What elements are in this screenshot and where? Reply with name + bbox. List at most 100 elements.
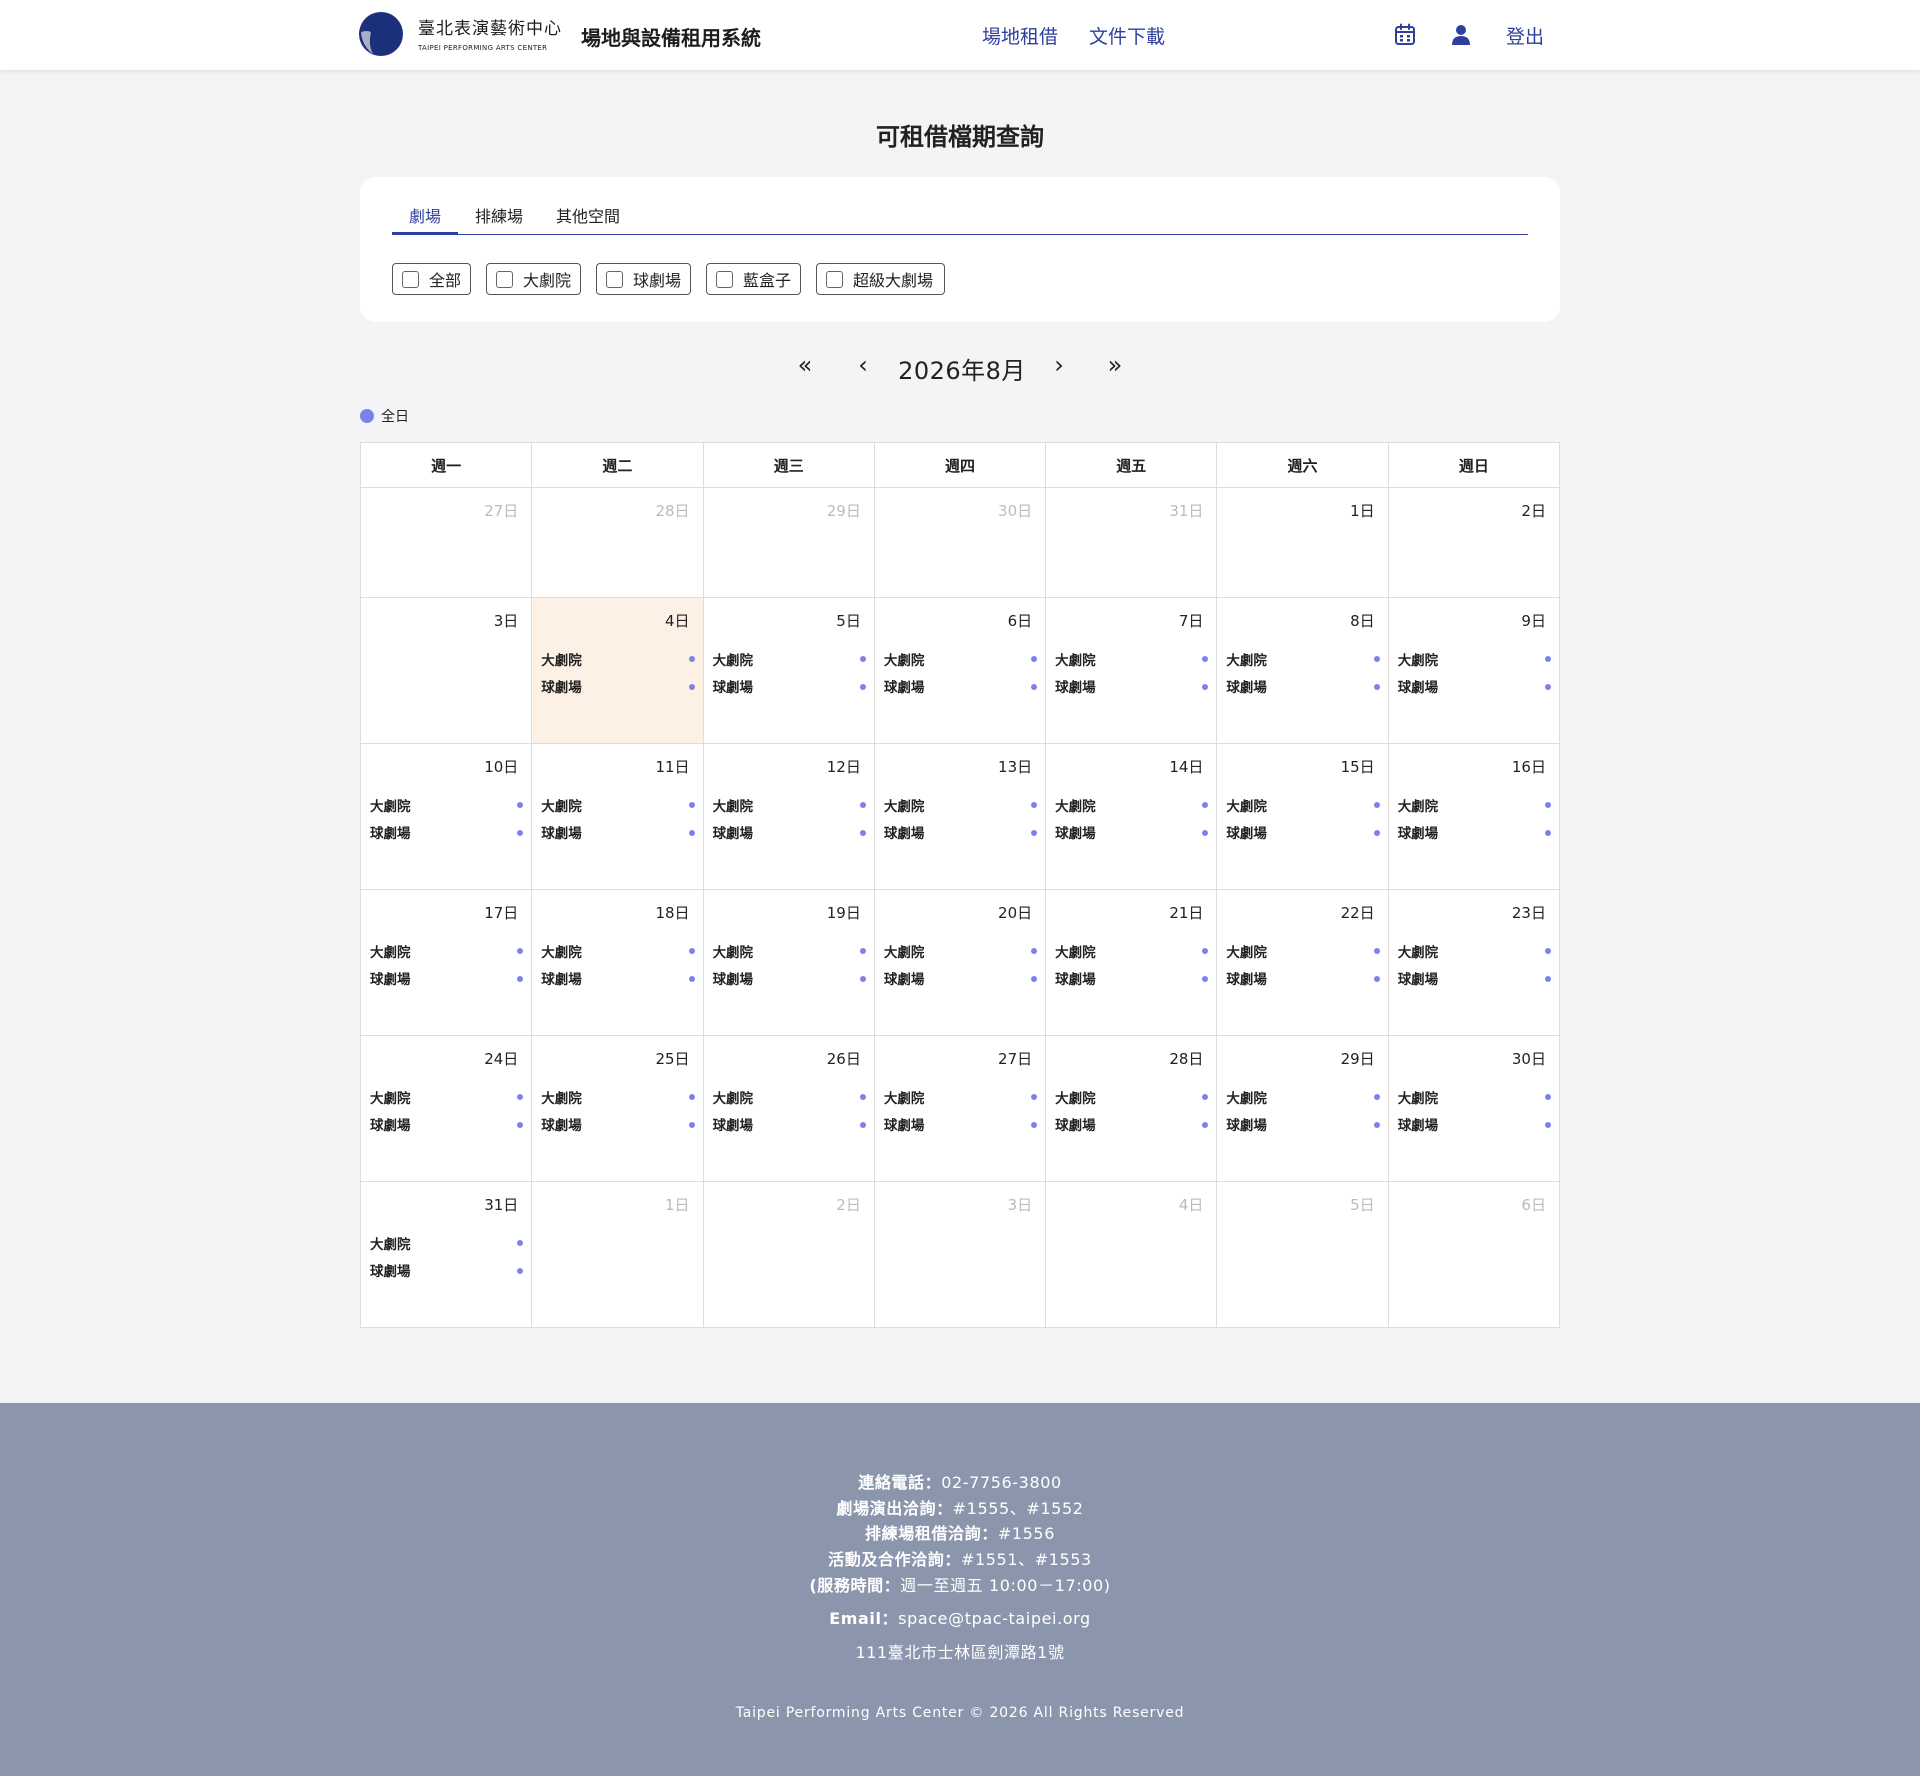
- user-icon[interactable]: [1448, 22, 1474, 48]
- logout-link[interactable]: 登出: [1506, 22, 1544, 49]
- calendar-day[interactable]: 2日: [703, 1182, 875, 1328]
- venue-availability[interactable]: 大劇院: [1055, 645, 1209, 673]
- checkbox-icon[interactable]: [496, 270, 513, 288]
- tab-rehearsal[interactable]: 排練場: [458, 203, 540, 235]
- venue-availability[interactable]: 球劇場: [1398, 965, 1551, 993]
- calendar-day[interactable]: 1日: [1217, 488, 1389, 598]
- venue-availability[interactable]: 大劇院: [541, 937, 695, 965]
- venue-availability[interactable]: 大劇院: [884, 645, 1038, 673]
- calendar-day[interactable]: 1日: [532, 1182, 704, 1328]
- venue-availability[interactable]: 球劇場: [541, 819, 695, 847]
- tab-theater[interactable]: 劇場: [392, 203, 458, 235]
- checkbox-icon[interactable]: [402, 270, 419, 288]
- venue-availability[interactable]: 球劇場: [1226, 819, 1380, 847]
- calendar-day[interactable]: 28日: [532, 488, 704, 598]
- calendar-day[interactable]: 18日 大劇院 球劇場: [532, 890, 704, 1036]
- last-month-button[interactable]: »: [1100, 351, 1130, 379]
- calendar-day[interactable]: 2日: [1388, 488, 1560, 598]
- checkbox-icon[interactable]: [606, 270, 623, 288]
- calendar-day[interactable]: 9日 大劇院 球劇場: [1388, 598, 1560, 744]
- footer-email-value[interactable]: space@tpac-taipei.org: [898, 1609, 1091, 1628]
- tab-other-spaces[interactable]: 其他空間: [540, 203, 636, 235]
- calendar-day[interactable]: 5日 大劇院 球劇場: [703, 598, 875, 744]
- calendar-day[interactable]: 29日 大劇院 球劇場: [1217, 1036, 1389, 1182]
- venue-availability[interactable]: 大劇院: [1226, 937, 1380, 965]
- venue-availability[interactable]: 球劇場: [1055, 1111, 1209, 1139]
- venue-availability[interactable]: 大劇院: [713, 791, 866, 819]
- calendar-day[interactable]: 16日 大劇院 球劇場: [1388, 744, 1560, 890]
- calendar-day[interactable]: 23日 大劇院 球劇場: [1388, 890, 1560, 1036]
- venue-availability[interactable]: 球劇場: [884, 1111, 1038, 1139]
- calendar-day[interactable]: 6日 大劇院 球劇場: [874, 598, 1047, 744]
- calendar-day[interactable]: 27日: [361, 488, 533, 598]
- venue-availability[interactable]: 大劇院: [370, 791, 524, 819]
- venue-availability[interactable]: 球劇場: [541, 965, 695, 993]
- venue-availability[interactable]: 大劇院: [1398, 937, 1551, 965]
- calendar-day[interactable]: 19日 大劇院 球劇場: [703, 890, 875, 1036]
- venue-availability[interactable]: 球劇場: [884, 819, 1038, 847]
- first-month-button[interactable]: «: [790, 351, 820, 379]
- venue-availability[interactable]: 大劇院: [541, 791, 695, 819]
- venue-availability[interactable]: 大劇院: [1055, 937, 1209, 965]
- calendar-day[interactable]: 26日 大劇院 球劇場: [703, 1036, 875, 1182]
- calendar-day[interactable]: 4日: [1046, 1182, 1218, 1328]
- venue-availability[interactable]: 球劇場: [541, 673, 695, 701]
- venue-availability[interactable]: 大劇院: [884, 1083, 1038, 1111]
- venue-availability[interactable]: 大劇院: [370, 1083, 524, 1111]
- venue-availability[interactable]: 球劇場: [713, 965, 866, 993]
- calendar-day[interactable]: 30日: [874, 488, 1047, 598]
- filter-grand-theater[interactable]: 大劇院: [486, 263, 581, 295]
- venue-availability[interactable]: 球劇場: [370, 1111, 524, 1139]
- nav-document-download[interactable]: 文件下載: [1089, 22, 1165, 49]
- logo-icon[interactable]: [359, 12, 403, 56]
- filter-blue-box[interactable]: 藍盒子: [706, 263, 801, 295]
- calendar-day[interactable]: 11日 大劇院 球劇場: [532, 744, 704, 890]
- venue-availability[interactable]: 球劇場: [713, 673, 866, 701]
- calendar-day[interactable]: 27日 大劇院 球劇場: [874, 1036, 1047, 1182]
- calendar-day[interactable]: 3日: [874, 1182, 1047, 1328]
- checkbox-icon[interactable]: [716, 270, 733, 288]
- venue-availability[interactable]: 球劇場: [370, 965, 524, 993]
- venue-availability[interactable]: 大劇院: [884, 791, 1038, 819]
- calendar-day[interactable]: 31日: [1046, 488, 1218, 598]
- calendar-day[interactable]: 6日: [1388, 1182, 1560, 1328]
- calendar-day[interactable]: 22日 大劇院 球劇場: [1217, 890, 1389, 1036]
- calendar-day[interactable]: 28日 大劇院 球劇場: [1046, 1036, 1218, 1182]
- venue-availability[interactable]: 球劇場: [1398, 673, 1551, 701]
- venue-availability[interactable]: 大劇院: [1226, 1083, 1380, 1111]
- calendar-day[interactable]: 7日 大劇院 球劇場: [1046, 598, 1218, 744]
- venue-availability[interactable]: 大劇院: [713, 1083, 866, 1111]
- venue-availability[interactable]: 大劇院: [1226, 645, 1380, 673]
- venue-availability[interactable]: 大劇院: [541, 1083, 695, 1111]
- venue-availability[interactable]: 大劇院: [1398, 645, 1551, 673]
- venue-availability[interactable]: 球劇場: [1398, 1111, 1551, 1139]
- venue-availability[interactable]: 球劇場: [1055, 819, 1209, 847]
- venue-availability[interactable]: 球劇場: [884, 965, 1038, 993]
- venue-availability[interactable]: 球劇場: [1226, 1111, 1380, 1139]
- venue-availability[interactable]: 球劇場: [1055, 673, 1209, 701]
- venue-availability[interactable]: 大劇院: [713, 937, 866, 965]
- calendar-day[interactable]: 8日 大劇院 球劇場: [1217, 598, 1389, 744]
- venue-availability[interactable]: 球劇場: [1226, 965, 1380, 993]
- venue-availability[interactable]: 大劇院: [713, 645, 866, 673]
- venue-availability[interactable]: 球劇場: [713, 1111, 866, 1139]
- calendar-day[interactable]: 21日 大劇院 球劇場: [1046, 890, 1218, 1036]
- calendar-day[interactable]: 24日 大劇院 球劇場: [361, 1036, 533, 1182]
- venue-availability[interactable]: 大劇院: [370, 937, 524, 965]
- venue-availability[interactable]: 大劇院: [1055, 791, 1209, 819]
- checkbox-icon[interactable]: [826, 270, 843, 288]
- calendar-day[interactable]: 25日 大劇院 球劇場: [532, 1036, 704, 1182]
- venue-availability[interactable]: 大劇院: [1226, 791, 1380, 819]
- calendar-day[interactable]: 29日: [703, 488, 875, 598]
- calendar-day[interactable]: 3日: [361, 598, 533, 744]
- venue-availability[interactable]: 球劇場: [370, 1257, 524, 1285]
- venue-availability[interactable]: 大劇院: [370, 1229, 524, 1257]
- next-month-button[interactable]: ›: [1044, 351, 1074, 379]
- prev-month-button[interactable]: ‹: [848, 351, 878, 379]
- calendar-day-today[interactable]: 4日 大劇院 球劇場: [532, 598, 704, 744]
- calendar-day[interactable]: 20日 大劇院 球劇場: [874, 890, 1047, 1036]
- venue-availability[interactable]: 大劇院: [1398, 1083, 1551, 1111]
- venue-availability[interactable]: 大劇院: [884, 937, 1038, 965]
- calendar-day[interactable]: 30日 大劇院 球劇場: [1388, 1036, 1560, 1182]
- venue-availability[interactable]: 球劇場: [884, 673, 1038, 701]
